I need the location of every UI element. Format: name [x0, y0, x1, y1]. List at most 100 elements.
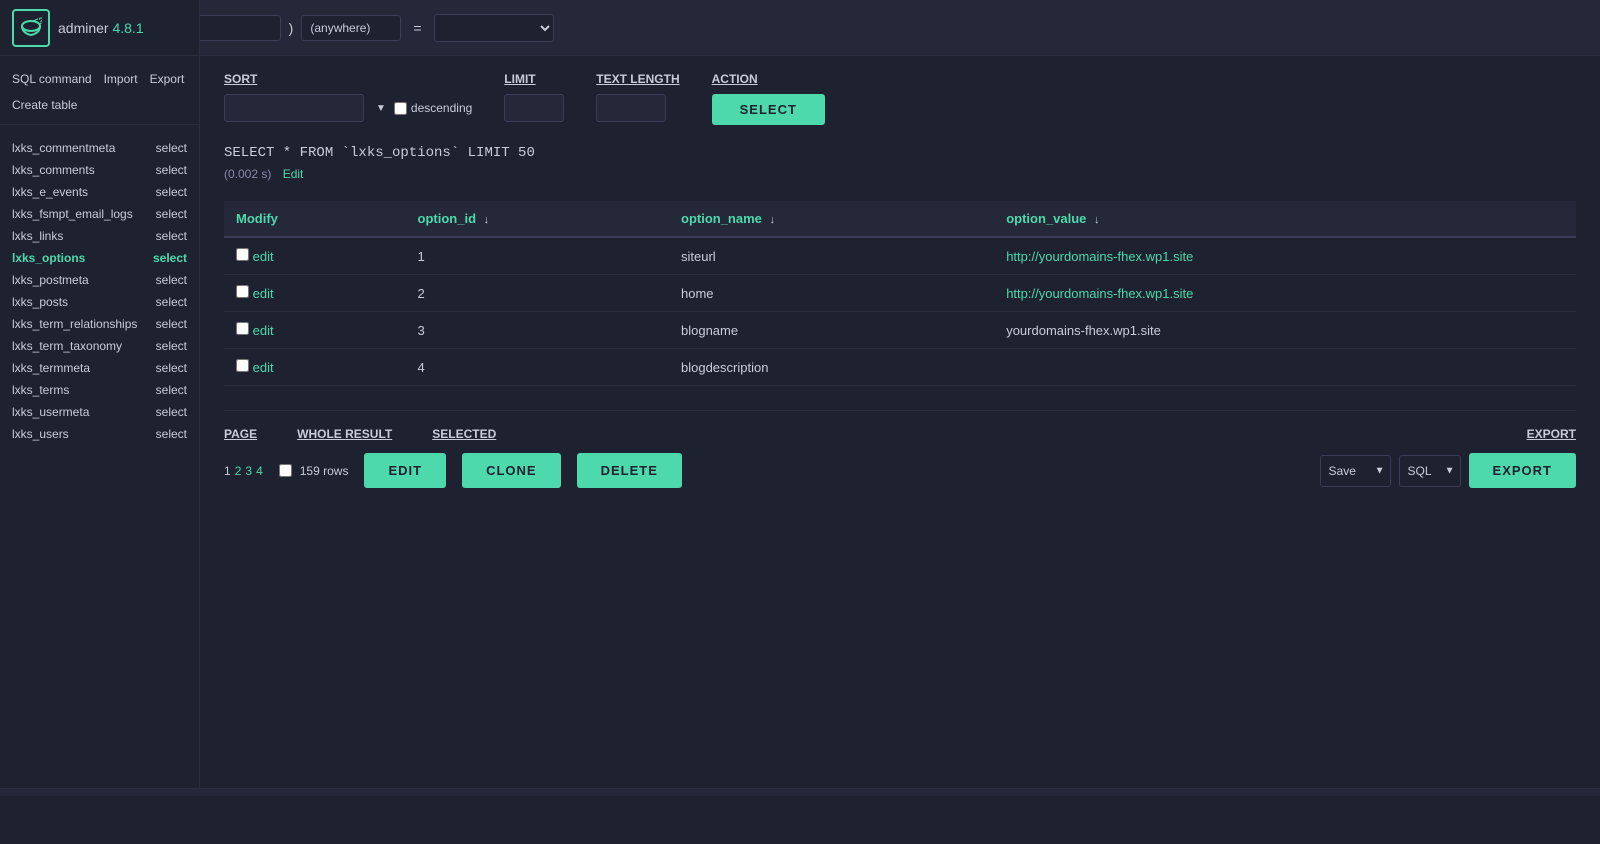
- export-label: EXPORT: [1527, 427, 1576, 441]
- whole-result-label: WHOLE RESULT: [297, 427, 392, 441]
- sidebar-item-import[interactable]: Import: [104, 72, 138, 86]
- modify-cell: edit: [224, 349, 406, 386]
- table-row[interactable]: lxks_usermeta select: [0, 401, 199, 423]
- action-group: ACTION SELECT: [712, 72, 825, 125]
- logo-text: adminer 4.8.1: [58, 20, 144, 36]
- page-label: PAGE: [224, 427, 257, 441]
- table-row: edit 2 home http://yourdomains-fhex.wp1.…: [224, 275, 1576, 312]
- option-name-cell: blogname: [669, 312, 994, 349]
- selected-label: SELECTED: [432, 427, 496, 441]
- tables-list: lxks_commentmeta select lxks_comments se…: [0, 137, 199, 445]
- query-time: (0.002 s): [224, 167, 271, 181]
- edit-query-link[interactable]: Edit: [283, 167, 304, 181]
- limit-input[interactable]: 50: [504, 94, 564, 122]
- paren-close: ): [289, 20, 294, 36]
- select-button[interactable]: SELECT: [712, 94, 825, 125]
- table-row[interactable]: lxks_terms select: [0, 379, 199, 401]
- export-button[interactable]: EXPORT: [1469, 453, 1576, 488]
- delete-button[interactable]: DELETE: [577, 453, 682, 488]
- sidebar: SQL command Import Export Create table l…: [0, 56, 200, 788]
- option-id-cell: 4: [406, 349, 669, 386]
- table-row[interactable]: lxks_links select: [0, 225, 199, 247]
- option-id-cell: 3: [406, 312, 669, 349]
- option-id-cell: 2: [406, 275, 669, 312]
- modify-cell: edit: [224, 275, 406, 312]
- data-table: Modify option_id ↓ option_name ↓ option_…: [224, 201, 1576, 386]
- footer-actions: 1 2 3 4 159 rows EDIT CLONE DELETE Save: [224, 453, 1576, 488]
- row-checkbox[interactable]: [236, 285, 249, 298]
- filter-eq-label: =: [409, 20, 425, 36]
- table-row[interactable]: lxks_term_taxonomy select: [0, 335, 199, 357]
- col-option-name[interactable]: option_name ↓: [669, 201, 994, 237]
- filter-bar: option_id option_name option_value ( ) (…: [0, 0, 1600, 56]
- textlength-label: TEXT LENGTH: [596, 72, 679, 86]
- table-row[interactable]: lxks_users select: [0, 423, 199, 445]
- edit-row-link[interactable]: edit: [253, 249, 274, 264]
- limit-label: LIMIT: [504, 72, 564, 86]
- edit-row-link[interactable]: edit: [253, 323, 274, 338]
- logo-area: <? adminer 4.8.1: [0, 0, 200, 56]
- whole-result-checkbox[interactable]: [279, 464, 292, 477]
- clone-button[interactable]: CLONE: [462, 453, 561, 488]
- edit-button[interactable]: EDIT: [364, 453, 446, 488]
- filter-anywhere-select[interactable]: (anywhere): [301, 15, 401, 41]
- filter-value-select[interactable]: [434, 14, 554, 42]
- table-row[interactable]: lxks_termmeta select: [0, 357, 199, 379]
- row-checkbox[interactable]: [236, 248, 249, 261]
- option-name-cell: blogdescription: [669, 349, 994, 386]
- table-row[interactable]: lxks_posts select: [0, 291, 199, 313]
- sort-select[interactable]: option_id option_name option_value: [224, 94, 364, 122]
- svg-text:<?: <?: [33, 17, 42, 26]
- table-row[interactable]: lxks_postmeta select: [0, 269, 199, 291]
- descending-checkbox[interactable]: [394, 102, 407, 115]
- footer: PAGE WHOLE RESULT SELECTED EXPORT 1 2 3 …: [224, 410, 1576, 504]
- modify-cell: edit: [224, 312, 406, 349]
- limit-group: LIMIT 50: [504, 72, 564, 122]
- col-option-id[interactable]: option_id ↓: [406, 201, 669, 237]
- sidebar-item-create-table[interactable]: Create table: [12, 98, 77, 112]
- sort-label: SORT: [224, 72, 472, 86]
- edit-row-link[interactable]: edit: [253, 360, 274, 375]
- textlength-input[interactable]: 100: [596, 94, 666, 122]
- controls-row: SORT option_id option_name option_value …: [224, 72, 1576, 125]
- sort-group: SORT option_id option_name option_value …: [224, 72, 472, 122]
- table-row[interactable]: lxks_term_relationships select: [0, 313, 199, 335]
- logo-icon: <?: [12, 9, 50, 47]
- edit-row-link[interactable]: edit: [253, 286, 274, 301]
- option-value-cell: http://yourdomains-fhex.wp1.site: [994, 237, 1576, 275]
- sort-arrow-icon: ↓: [1094, 214, 1100, 226]
- descending-label: descending: [394, 101, 472, 115]
- save-format-select[interactable]: Save Output gzip bz2 zip: [1320, 455, 1391, 487]
- row-checkbox[interactable]: [236, 359, 249, 372]
- table-row[interactable]: lxks_comments select: [0, 159, 199, 181]
- table-row[interactable]: lxks_fsmpt_email_logs select: [0, 203, 199, 225]
- table-row[interactable]: lxks_commentmeta select: [0, 137, 199, 159]
- rows-count: 159 rows: [279, 464, 349, 478]
- page-2-link[interactable]: 2: [235, 464, 242, 478]
- sort-arrow-icon: ↓: [770, 214, 776, 226]
- col-option-value[interactable]: option_value ↓: [994, 201, 1576, 237]
- scrollbar: [0, 788, 1600, 796]
- option-value-cell: [994, 349, 1576, 386]
- option-name-cell: home: [669, 275, 994, 312]
- option-id-cell: 1: [406, 237, 669, 275]
- table-row-active[interactable]: lxks_options select: [0, 247, 199, 269]
- table-row: edit 4 blogdescription: [224, 349, 1576, 386]
- option-value-link[interactable]: http://yourdomains-fhex.wp1.site: [1006, 286, 1193, 301]
- format-select[interactable]: SQL CSV CSV; TSV PHP: [1399, 455, 1461, 487]
- sidebar-item-sql-command[interactable]: SQL command: [12, 72, 92, 86]
- sql-meta: (0.002 s) Edit: [224, 167, 1576, 181]
- page-3-link[interactable]: 3: [245, 464, 252, 478]
- page-links: 1 2 3 4: [224, 464, 263, 478]
- modify-cell: edit: [224, 237, 406, 275]
- footer-labels: PAGE WHOLE RESULT SELECTED EXPORT: [224, 427, 1576, 441]
- table-row: edit 1 siteurl http://yourdomains-fhex.w…: [224, 237, 1576, 275]
- col-modify: Modify: [224, 201, 406, 237]
- sidebar-item-export[interactable]: Export: [150, 72, 185, 86]
- textlength-group: TEXT LENGTH 100: [596, 72, 679, 122]
- row-checkbox[interactable]: [236, 322, 249, 335]
- option-value-link[interactable]: http://yourdomains-fhex.wp1.site: [1006, 249, 1193, 264]
- table-row[interactable]: lxks_e_events select: [0, 181, 199, 203]
- page-4-link[interactable]: 4: [256, 464, 263, 478]
- export-section: Save Output gzip bz2 zip ▼ SQL CSV CSV;: [1320, 453, 1576, 488]
